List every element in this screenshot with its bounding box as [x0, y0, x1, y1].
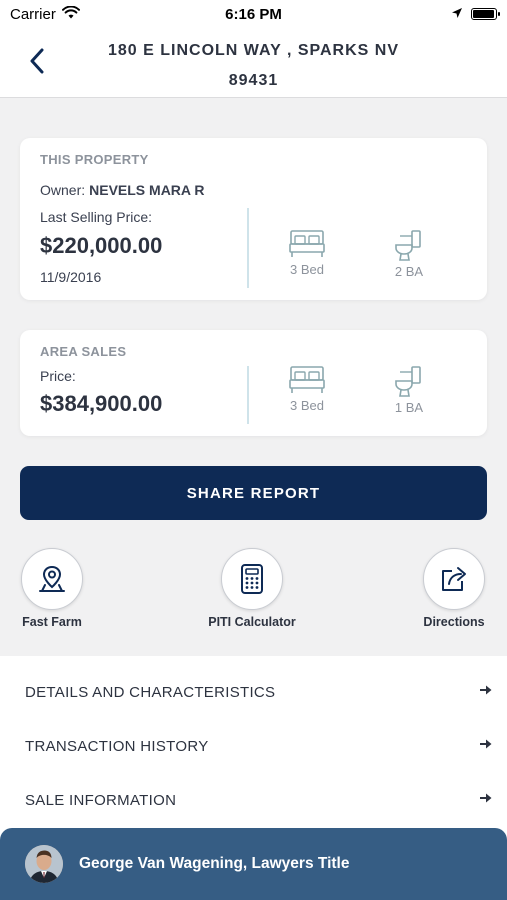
share-report-button[interactable]: SHARE REPORT: [20, 466, 487, 520]
list-item-label: SALE INFORMATION: [25, 792, 177, 809]
arrow-right-icon: [480, 685, 492, 695]
chevron-left-icon: [30, 48, 44, 74]
fast-farm-label: Fast Farm: [22, 615, 82, 629]
back-button[interactable]: [22, 46, 52, 76]
bed-icon: [289, 230, 325, 257]
owner-label: Owner:: [40, 182, 86, 198]
beds-feature: 3 Bed: [277, 364, 337, 413]
piti-calculator-label: PITI Calculator: [208, 615, 296, 629]
baths-feature: 1 BA: [379, 364, 439, 415]
beds-label: 3 Bed: [290, 262, 324, 277]
list-item-label: DETAILS AND CHARACTERISTICS: [25, 684, 276, 701]
section-label: THIS PROPERTY: [40, 152, 149, 167]
battery-icon: [471, 8, 500, 20]
piti-calculator-circle: [221, 548, 283, 610]
price-label: Last Selling Price:: [40, 209, 153, 225]
owner-row: Owner: NEVELS MARA R: [40, 182, 205, 198]
fast-farm-button[interactable]: Fast Farm: [0, 548, 107, 629]
this-property-card: THIS PROPERTY Owner: NEVELS MARA R Last S…: [20, 138, 487, 300]
directions-circle: [423, 548, 485, 610]
area-sales-card: AREA SALES Price: $384,900.00 3 Bed 1 BA: [20, 330, 487, 436]
card-divider: [247, 366, 249, 424]
fast-farm-circle: [21, 548, 83, 610]
section-label: AREA SALES: [40, 344, 127, 359]
agent-name: George Van Wagening, Lawyers Title: [79, 855, 350, 872]
page-title: 180 E LINCOLN WAY , SPARKS NV 89431: [108, 42, 399, 89]
price-value: $384,900.00: [40, 391, 163, 416]
baths-feature: 2 BA: [379, 228, 439, 279]
beds-feature: 3 Bed: [277, 228, 337, 277]
directions-button[interactable]: Directions: [399, 548, 507, 629]
calculator-icon: [241, 564, 263, 594]
toilet-icon: [395, 366, 421, 397]
beds-label: 3 Bed: [290, 398, 324, 413]
piti-calculator-button[interactable]: PITI Calculator: [197, 548, 307, 629]
sale-date: 11/9/2016: [40, 269, 102, 285]
arrow-right-icon: [480, 793, 492, 803]
status-time: 6:16 PM: [225, 5, 282, 23]
price-label: Price:: [40, 368, 76, 384]
share-arrow-icon: [442, 567, 466, 591]
list-item-label: TRANSACTION HISTORY: [25, 738, 209, 755]
price-value: $220,000.00: [40, 233, 163, 258]
agent-footer-bar[interactable]: George Van Wagening, Lawyers Title: [0, 828, 507, 900]
directions-label: Directions: [423, 615, 485, 629]
transaction-history-item[interactable]: TRANSACTION HISTORY: [0, 710, 507, 764]
owner-name: NEVELS MARA R: [89, 182, 205, 198]
avatar: [25, 845, 63, 883]
arrow-right-icon: [480, 739, 492, 749]
sale-information-item[interactable]: SALE INFORMATION: [0, 764, 507, 818]
baths-label: 1 BA: [394, 400, 424, 415]
bed-icon: [289, 366, 325, 393]
status-bar: Carrier 6:16 PM: [0, 0, 507, 28]
toilet-icon: [395, 230, 421, 261]
baths-label: 2 BA: [394, 264, 424, 279]
details-characteristics-item[interactable]: DETAILS AND CHARACTERISTICS: [0, 656, 507, 710]
battery-fill: [473, 10, 494, 18]
map-pin-icon: [39, 565, 65, 592]
card-divider: [247, 208, 249, 288]
nav-header: 180 E LINCOLN WAY , SPARKS NV 89431: [0, 28, 507, 98]
